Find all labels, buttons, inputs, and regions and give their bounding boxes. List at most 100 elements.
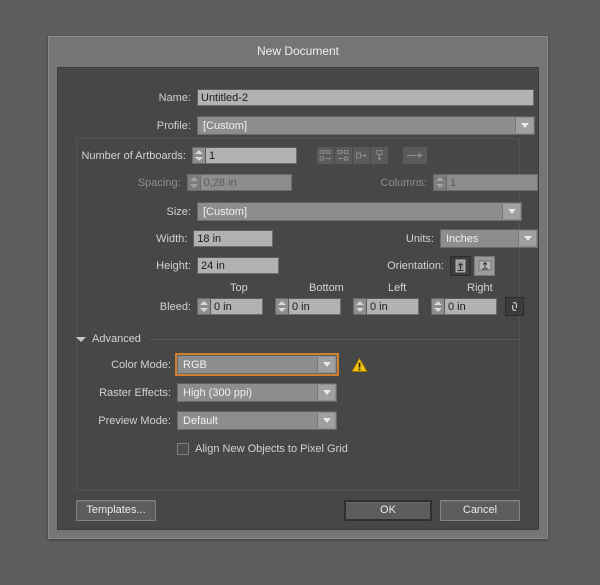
- color-mode-value: RGB: [183, 359, 207, 371]
- raster-effects-row: Raster Effects: High (300 ppi): [58, 383, 538, 402]
- bleed-left-stepper[interactable]: [353, 298, 366, 315]
- color-mode-row: Color Mode: RGB: [58, 353, 538, 376]
- advanced-label: Advanced: [92, 333, 141, 345]
- align-pixel-grid-row[interactable]: Align New Objects to Pixel Grid: [177, 439, 348, 458]
- color-mode-dropdown[interactable]: RGB: [175, 353, 339, 376]
- size-dropdown[interactable]: [Custom]: [197, 202, 522, 221]
- new-document-dialog: New Document Name: Untitled-2 Profile: […: [48, 36, 548, 539]
- stepper-up-icon: [189, 177, 198, 182]
- stepper-up-icon: [278, 301, 286, 306]
- warning-triangle-icon: [351, 357, 368, 373]
- preview-mode-label: Preview Mode:: [98, 414, 171, 427]
- artboards-label: Number of Artboards:: [81, 149, 186, 162]
- stepper-up-icon: [436, 177, 444, 182]
- dialog-titlebar: New Document: [49, 37, 547, 66]
- width-input[interactable]: 18 in: [193, 230, 274, 247]
- size-label: Size:: [166, 205, 191, 218]
- columns-stepper: [433, 174, 446, 191]
- orientation-label: Orientation:: [387, 259, 444, 272]
- stepper-down-icon: [436, 183, 444, 188]
- bleed-right-label: Right: [467, 282, 493, 294]
- align-pixel-grid-label: Align New Objects to Pixel Grid: [195, 442, 348, 455]
- chevron-down-icon: [317, 385, 335, 400]
- chevron-down-icon: [518, 231, 536, 246]
- raster-effects-dropdown[interactable]: High (300 ppi): [177, 383, 337, 402]
- templates-button[interactable]: Templates...: [76, 500, 156, 521]
- bleed-label: Bleed:: [159, 300, 191, 313]
- bleed-top-label: Top: [230, 282, 248, 294]
- preview-mode-dropdown[interactable]: Default: [177, 411, 337, 430]
- artboard-arrangement-buttons: [316, 146, 389, 165]
- bleed-header-row: Top Bottom Left Right: [58, 282, 538, 295]
- preview-mode-value: Default: [183, 415, 218, 427]
- cancel-button[interactable]: Cancel: [440, 500, 520, 521]
- align-pixel-grid-checkbox[interactable]: [177, 442, 189, 455]
- name-label: Name:: [158, 91, 191, 104]
- stepper-up-icon: [356, 301, 364, 306]
- width-label: Width:: [156, 232, 188, 245]
- artboards-count-input[interactable]: 1: [205, 147, 297, 164]
- bleed-right-stepper[interactable]: [431, 298, 444, 315]
- stepper-down-icon: [189, 183, 198, 188]
- profile-row: Profile: [Custom]: [58, 116, 538, 135]
- stepper-up-icon: [195, 150, 203, 155]
- chevron-down-icon: [317, 357, 335, 372]
- bleed-left-input[interactable]: 0 in: [366, 298, 419, 315]
- stepper-down-icon: [434, 307, 442, 312]
- advanced-divider: [148, 338, 520, 340]
- size-row: Size: [Custom]: [58, 202, 538, 221]
- document-name-input[interactable]: Untitled-2: [197, 89, 534, 106]
- stepper-up-icon: [200, 301, 208, 306]
- columns-input: 1: [446, 174, 538, 191]
- orientation-portrait-icon[interactable]: [450, 255, 471, 276]
- units-value: Inches: [445, 233, 479, 245]
- bleed-right-input[interactable]: 0 in: [444, 298, 497, 315]
- spacing-label: Spacing:: [137, 176, 181, 189]
- columns-label: Columns:: [380, 176, 427, 189]
- preview-mode-row: Preview Mode: Default: [58, 411, 538, 430]
- artboards-row: Number of Artboards: 1: [58, 146, 538, 165]
- bleed-top-stepper[interactable]: [197, 298, 210, 315]
- units-dropdown[interactable]: Inches: [439, 229, 538, 248]
- chevron-down-icon: [317, 413, 335, 428]
- spacing-input: 0,28 in: [199, 174, 292, 191]
- stepper-up-icon: [434, 301, 442, 306]
- stepper-down-icon: [195, 156, 203, 161]
- artboards-stepper[interactable]: [192, 147, 205, 164]
- profile-label: Profile:: [156, 119, 191, 132]
- link-chain-icon[interactable]: [505, 297, 524, 316]
- stepper-down-icon: [278, 307, 286, 312]
- bleed-top-input[interactable]: 0 in: [210, 298, 263, 315]
- raster-effects-label: Raster Effects:: [99, 386, 171, 399]
- name-row: Name: Untitled-2: [58, 88, 538, 107]
- units-label: Units:: [405, 232, 434, 245]
- chevron-down-icon: [515, 118, 533, 133]
- arrange-top-to-bottom-icon[interactable]: [370, 146, 389, 165]
- stepper-down-icon: [356, 307, 364, 312]
- arrange-left-to-right-icon[interactable]: [352, 146, 371, 165]
- advanced-section-header[interactable]: Advanced: [76, 332, 520, 346]
- color-mode-label: Color Mode:: [111, 358, 171, 371]
- dialog-title: New Document: [256, 44, 340, 58]
- orientation-landscape-icon[interactable]: [474, 255, 495, 276]
- size-value: [Custom]: [203, 206, 248, 218]
- bleed-bottom-stepper[interactable]: [275, 298, 288, 315]
- bleed-row: Bleed: 0 in 0 in 0 in 0 in: [58, 297, 538, 316]
- raster-effects-value: High (300 ppi): [183, 387, 253, 399]
- grid-by-column-icon[interactable]: [334, 146, 353, 165]
- profile-dropdown[interactable]: [Custom]: [197, 116, 535, 135]
- dialog-body: Name: Untitled-2 Profile: [Custom] Numbe…: [57, 67, 539, 530]
- height-label: Height:: [156, 259, 191, 272]
- stepper-down-icon: [200, 307, 208, 312]
- height-input[interactable]: 24 in: [197, 257, 279, 274]
- change-to-right-to-left-icon[interactable]: [402, 146, 428, 165]
- chevron-down-icon: [502, 204, 520, 219]
- spacing-columns-row: Spacing: 0,28 in Columns: 1: [58, 173, 538, 192]
- bleed-bottom-label: Bottom: [309, 282, 344, 294]
- spacing-stepper: [186, 174, 200, 191]
- bleed-bottom-input[interactable]: 0 in: [288, 298, 341, 315]
- grid-by-row-icon[interactable]: [316, 146, 335, 165]
- ok-button[interactable]: OK: [344, 500, 432, 521]
- height-orientation-row: Height: 24 in Orientation:: [58, 255, 538, 276]
- chevron-down-icon: [76, 336, 86, 342]
